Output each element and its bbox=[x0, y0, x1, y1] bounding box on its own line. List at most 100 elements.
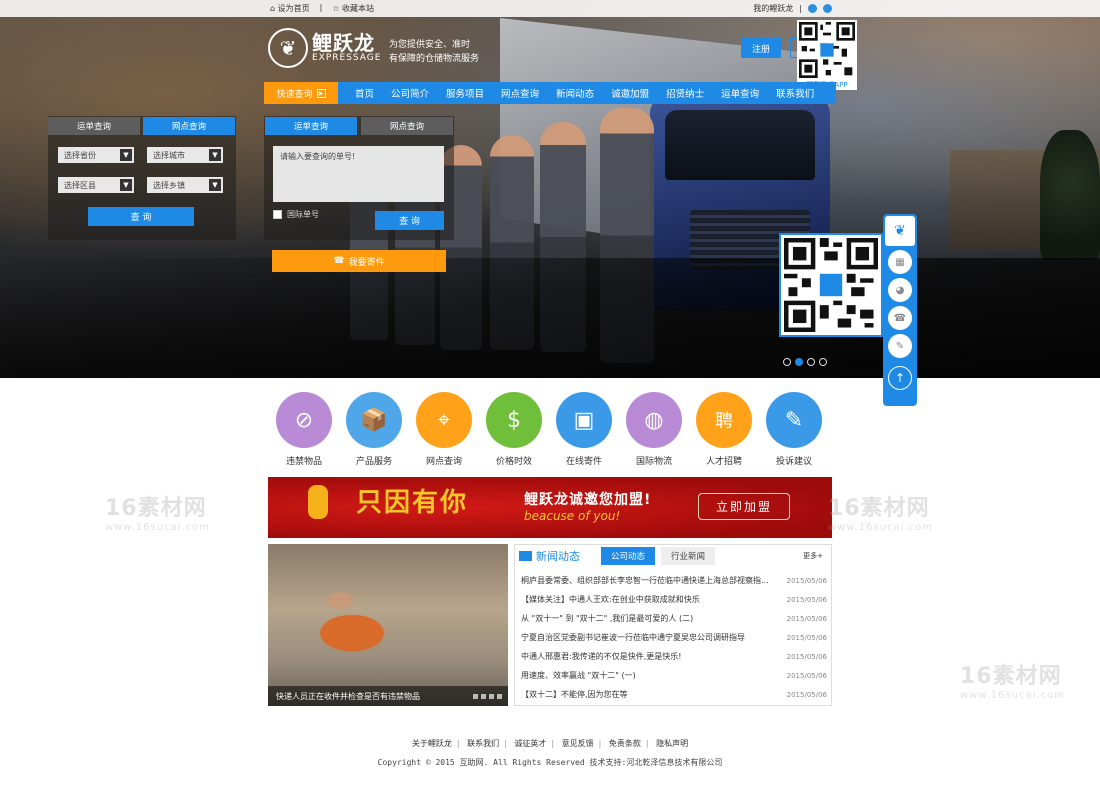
edit-icon[interactable]: ✎ bbox=[888, 334, 912, 358]
nav-item-news[interactable]: 新闻动态 bbox=[556, 86, 594, 100]
divider: | bbox=[504, 739, 507, 748]
site-logo[interactable]: ❦ 鲤跃龙 EXPRESSAGE bbox=[268, 28, 381, 68]
service-label: 违禁物品 bbox=[285, 457, 322, 467]
nav-item-about[interactable]: 公司简介 bbox=[391, 86, 429, 100]
set-home-link[interactable]: ⌂ 设为首页 bbox=[270, 3, 310, 14]
service-online-send[interactable]: ▣ 在线寄件 bbox=[556, 392, 612, 467]
footer-link-contact[interactable]: 联系我们 bbox=[467, 739, 499, 748]
join-now-button[interactable]: 立即加盟 bbox=[698, 493, 790, 520]
footer-link-careers[interactable]: 诚征英才 bbox=[514, 739, 546, 748]
banner-headline: 只因有你 bbox=[356, 488, 469, 518]
slider-dot[interactable] bbox=[783, 358, 791, 366]
nav-item-services[interactable]: 服务项目 bbox=[446, 86, 484, 100]
news-item[interactable]: 宁夏自治区党委副书记崔波一行莅临中通宁夏吴忠公司调研指导 2015/05/06 bbox=[521, 628, 827, 647]
nav-item-contact[interactable]: 联系我们 bbox=[776, 86, 814, 100]
nav-item-franchise[interactable]: 诚邀加盟 bbox=[611, 86, 649, 100]
slogan: 为您提供安全、准时 有保障的仓储物流服务 bbox=[389, 38, 479, 66]
news-item[interactable]: 桐庐县委常委、组织部部长李忠智一行莅临中通快递上海总部视察指... 2015/05… bbox=[521, 571, 827, 590]
news-item-title: 宁夏自治区党委副书记崔波一行莅临中通宁夏吴忠公司调研指导 bbox=[521, 633, 745, 642]
news-title: 新闻动态 bbox=[536, 550, 580, 563]
send-package-button[interactable]: ☎ 我要寄件 bbox=[272, 250, 446, 272]
franchise-banner[interactable]: 只因有你 鲤跃龙诚邀您加盟! beacuse of you! 立即加盟 bbox=[268, 477, 832, 538]
qr-code-icon bbox=[799, 22, 855, 78]
photo-dot[interactable] bbox=[489, 694, 494, 699]
news-item-title: 【媒体关注】中通人王欢:在创业中获取成就和快乐 bbox=[521, 595, 700, 604]
photo-dot[interactable] bbox=[497, 694, 502, 699]
phone-icon[interactable]: ☎ bbox=[888, 306, 912, 330]
news-item[interactable]: 【双十二】不能停,因为您在等 2015/05/06 bbox=[521, 685, 827, 704]
service-feedback[interactable]: ✎ 投诉建议 bbox=[766, 392, 822, 467]
wechat-qr-popup bbox=[779, 233, 883, 337]
watermark-en: www.16sucai.com bbox=[960, 690, 1066, 701]
service-recruitment[interactable]: 聘 人才招聘 bbox=[696, 392, 752, 467]
back-to-top-icon[interactable]: ↑ bbox=[888, 366, 912, 390]
divider: | bbox=[645, 739, 649, 748]
tab-outlet-query[interactable]: 网点查询 bbox=[361, 117, 453, 135]
slider-dot[interactable] bbox=[819, 358, 827, 366]
news-item-date: 2015/05/06 bbox=[786, 576, 827, 585]
footer-link-disclaimer[interactable]: 免责条款 bbox=[609, 739, 641, 748]
lantern-icon bbox=[308, 485, 328, 519]
news-panel: 新闻动态 公司动态 行业新闻 更多+ 桐庐县委常委、组织部部长李忠智一行莅临中通… bbox=[514, 544, 832, 706]
slider-dot[interactable] bbox=[807, 358, 815, 366]
weibo-icon[interactable] bbox=[808, 4, 817, 13]
main-nav: 快速查询 ▶ 首页 公司简介 服务项目 网点查询 新闻动态 诚邀加盟 招贤纳士 … bbox=[264, 82, 836, 104]
outlet-query-button[interactable]: 查 询 bbox=[88, 207, 194, 226]
nav-item-careers[interactable]: 招贤纳士 bbox=[666, 86, 704, 100]
app-download-qr[interactable]: 下载手机APP bbox=[797, 20, 857, 90]
waybill-query-button[interactable]: 查 询 bbox=[375, 211, 444, 230]
city-select[interactable]: 选择城市 ▼ bbox=[147, 147, 223, 163]
watermark-cn: 16素材网 bbox=[960, 664, 1062, 689]
tab-company-news[interactable]: 公司动态 bbox=[601, 547, 655, 565]
news-item[interactable]: 从 "双十一" 到 "双十二" ,我们是最可爱的人 (二) 2015/05/06 bbox=[521, 609, 827, 628]
photo-dot[interactable] bbox=[481, 694, 486, 699]
town-select[interactable]: 选择乡镇 ▼ bbox=[147, 177, 223, 193]
mobile-icon[interactable] bbox=[823, 4, 832, 13]
news-item[interactable]: 中通人邢惠君:我传递的不仅是快件,更是快乐! 2015/05/06 bbox=[521, 647, 827, 666]
photo-dot[interactable] bbox=[473, 694, 478, 699]
footer-link-feedback[interactable]: 意见反馈 bbox=[562, 739, 594, 748]
service-pricing[interactable]: $ 价格时效 bbox=[486, 392, 542, 467]
qr-code-icon[interactable]: ▦ bbox=[888, 250, 912, 274]
money-clock-icon: $ bbox=[486, 392, 542, 448]
nav-item-home[interactable]: 首页 bbox=[355, 86, 374, 100]
tab-outlet-query[interactable]: 网点查询 bbox=[143, 117, 235, 135]
globe-icon: ◍ bbox=[626, 392, 682, 448]
city-select-value: 选择城市 bbox=[153, 150, 185, 160]
more-link[interactable]: 更多+ bbox=[803, 551, 823, 561]
footer-link-privacy[interactable]: 隐私声明 bbox=[656, 739, 688, 748]
nav-item-tracking[interactable]: 运单查询 bbox=[721, 86, 759, 100]
bookmark-label: 收藏本站 bbox=[342, 4, 375, 13]
district-select[interactable]: 选择区县 ▼ bbox=[58, 177, 134, 193]
qq-icon[interactable]: ◕ bbox=[888, 278, 912, 302]
divider: | bbox=[598, 739, 602, 748]
tab-waybill-query[interactable]: 运单查询 bbox=[48, 117, 140, 135]
news-item[interactable]: 用速度、效率赢战 "双十二" (一) 2015/05/06 bbox=[521, 666, 827, 685]
news-icon bbox=[519, 551, 532, 561]
nav-item-outlets[interactable]: 网点查询 bbox=[501, 86, 539, 100]
footer-link-about[interactable]: 关于鲤跃龙 bbox=[412, 739, 452, 748]
province-select[interactable]: 选择省份 ▼ bbox=[58, 147, 134, 163]
carp-logo-icon[interactable]: ❦ bbox=[885, 216, 915, 246]
my-account-link[interactable]: 我的鲤跃龙 bbox=[753, 3, 793, 14]
service-prohibited[interactable]: ⊘ 违禁物品 bbox=[276, 392, 332, 467]
service-outlets[interactable]: ⌖ 网点查询 bbox=[416, 392, 472, 467]
service-label: 投诉建议 bbox=[775, 457, 812, 467]
quick-search-button[interactable]: 快速查询 ▶ bbox=[264, 82, 338, 104]
news-photo-slider[interactable]: 快递人员正在收件并检查是否有违禁物品 bbox=[268, 544, 508, 706]
slider-dot-active[interactable] bbox=[795, 358, 803, 366]
service-international[interactable]: ◍ 国际物流 bbox=[626, 392, 682, 467]
copyright: Copyright © 2015 互助网. All Rights Reserve… bbox=[377, 758, 723, 767]
news-item-date: 2015/05/06 bbox=[786, 595, 827, 604]
bookmark-link[interactable]: ☆ 收藏本站 bbox=[332, 3, 374, 14]
register-button[interactable]: 注册 bbox=[741, 38, 781, 58]
tab-industry-news[interactable]: 行业新闻 bbox=[661, 547, 715, 565]
background-tree bbox=[1040, 130, 1100, 260]
waybill-number-input[interactable]: 请输入要查询的单号! bbox=[273, 146, 444, 202]
divider: | bbox=[456, 739, 460, 748]
tab-waybill-query[interactable]: 运单查询 bbox=[265, 117, 357, 135]
watermark-en: www.16sucai.com bbox=[105, 522, 211, 533]
service-products[interactable]: 📦 产品服务 bbox=[346, 392, 402, 467]
news-item[interactable]: 【媒体关注】中通人王欢:在创业中获取成就和快乐 2015/05/06 bbox=[521, 590, 827, 609]
intl-waybill-checkbox[interactable]: 国际单号 bbox=[273, 209, 319, 220]
